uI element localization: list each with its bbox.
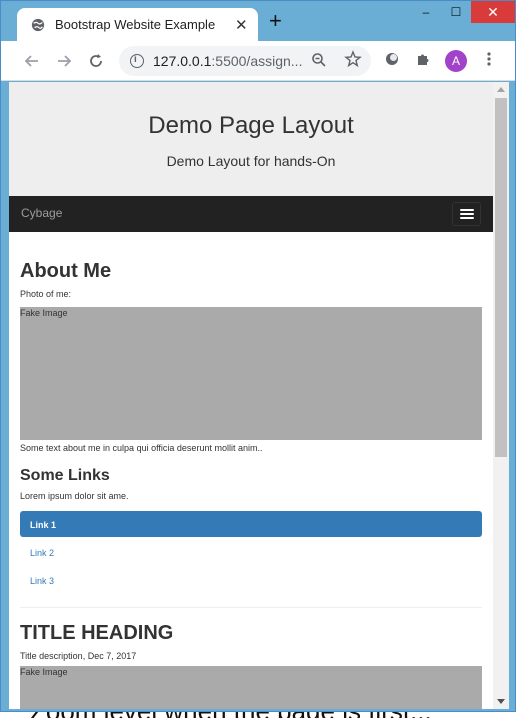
hamburger-menu-icon <box>460 209 474 211</box>
info-icon[interactable] <box>130 54 144 68</box>
scroll-down-arrow-icon[interactable] <box>497 699 505 704</box>
reload-button[interactable] <box>85 50 107 72</box>
page-title: Demo Page Layout <box>148 112 354 139</box>
jumbotron: Demo Page Layout Demo Layout for hands-O… <box>9 82 493 196</box>
fake-image-label: Fake Image <box>20 308 68 318</box>
post-fake-image: Fake Image <box>20 666 482 709</box>
tab-strip: Bootstrap Website Example ✕ + – ☐ ✕ <box>1 1 515 41</box>
about-heading: About Me <box>20 260 112 282</box>
navbar: Cybage <box>9 196 493 232</box>
page-viewport: Demo Page Layout Demo Layout for hands-O… <box>9 82 509 709</box>
about-text: Some text about me in culpa qui officia … <box>20 443 263 453</box>
url-path: :5500/assign... <box>211 53 303 69</box>
star-icon[interactable] <box>344 50 362 68</box>
globe-icon <box>31 18 45 32</box>
about-fake-image: Fake Image <box>20 307 482 440</box>
section-divider <box>20 607 482 608</box>
minimize-button[interactable]: – <box>411 1 441 23</box>
page-subtitle: Demo Layout for hands-On <box>166 153 336 169</box>
extension-circle-icon[interactable] <box>384 51 400 67</box>
address-bar[interactable]: 127.0.0.1:5500/assign... <box>119 46 371 76</box>
browser-window: Bootstrap Website Example ✕ + – ☐ ✕ 127.… <box>0 0 516 712</box>
hamburger-menu-icon <box>460 213 474 215</box>
main-column: About Me Photo of me: Fake Image Some te… <box>9 260 493 709</box>
profile-avatar[interactable]: A <box>445 50 467 72</box>
browser-toolbar: 127.0.0.1:5500/assign... A <box>1 41 515 81</box>
tab-title: Bootstrap Website Example <box>55 17 216 32</box>
forward-button[interactable] <box>53 50 75 72</box>
url-host: 127.0.0.1 <box>153 53 212 69</box>
reload-icon <box>90 54 102 67</box>
link-item-1[interactable]: Link 1 <box>20 511 482 537</box>
page-content: Demo Page Layout Demo Layout for hands-O… <box>9 82 493 709</box>
links-text: Lorem ipsum dolor sit ame. <box>20 491 129 501</box>
back-button[interactable] <box>21 50 43 72</box>
link-item-3[interactable]: Link 3 <box>20 567 482 593</box>
photo-label: Photo of me: <box>20 289 72 299</box>
scroll-up-arrow-icon[interactable] <box>497 87 505 92</box>
puzzle-icon[interactable] <box>415 51 431 67</box>
scrollbar-thumb[interactable] <box>495 98 507 457</box>
link-item-2[interactable]: Link 2 <box>20 539 482 565</box>
url-text[interactable]: 127.0.0.1:5500/assign... <box>153 53 303 69</box>
fake-image-label: Fake Image <box>20 667 68 677</box>
post-description: Title description, Dec 7, 2017 <box>20 651 137 661</box>
hamburger-menu-icon <box>460 217 474 219</box>
close-tab-icon[interactable]: ✕ <box>235 16 248 34</box>
close-window-button[interactable]: ✕ <box>471 1 515 23</box>
navbar-brand[interactable]: Cybage <box>21 206 62 220</box>
links-list: Link 1 Link 2 Link 3 <box>20 511 482 593</box>
window-controls: – ☐ ✕ <box>411 1 515 23</box>
back-arrow-icon <box>24 55 38 67</box>
navbar-toggle-button[interactable] <box>452 202 481 226</box>
new-tab-button[interactable]: + <box>269 10 282 32</box>
forward-arrow-icon <box>58 55 72 67</box>
zoom-out-icon[interactable] <box>311 52 327 68</box>
more-vertical-icon[interactable] <box>481 51 497 67</box>
page-scrollbar[interactable] <box>493 82 509 709</box>
post-heading: TITLE HEADING <box>20 622 174 644</box>
maximize-button[interactable]: ☐ <box>441 1 471 23</box>
links-heading: Some Links <box>20 467 110 484</box>
tab-bootstrap-example[interactable]: Bootstrap Website Example ✕ <box>17 8 258 41</box>
